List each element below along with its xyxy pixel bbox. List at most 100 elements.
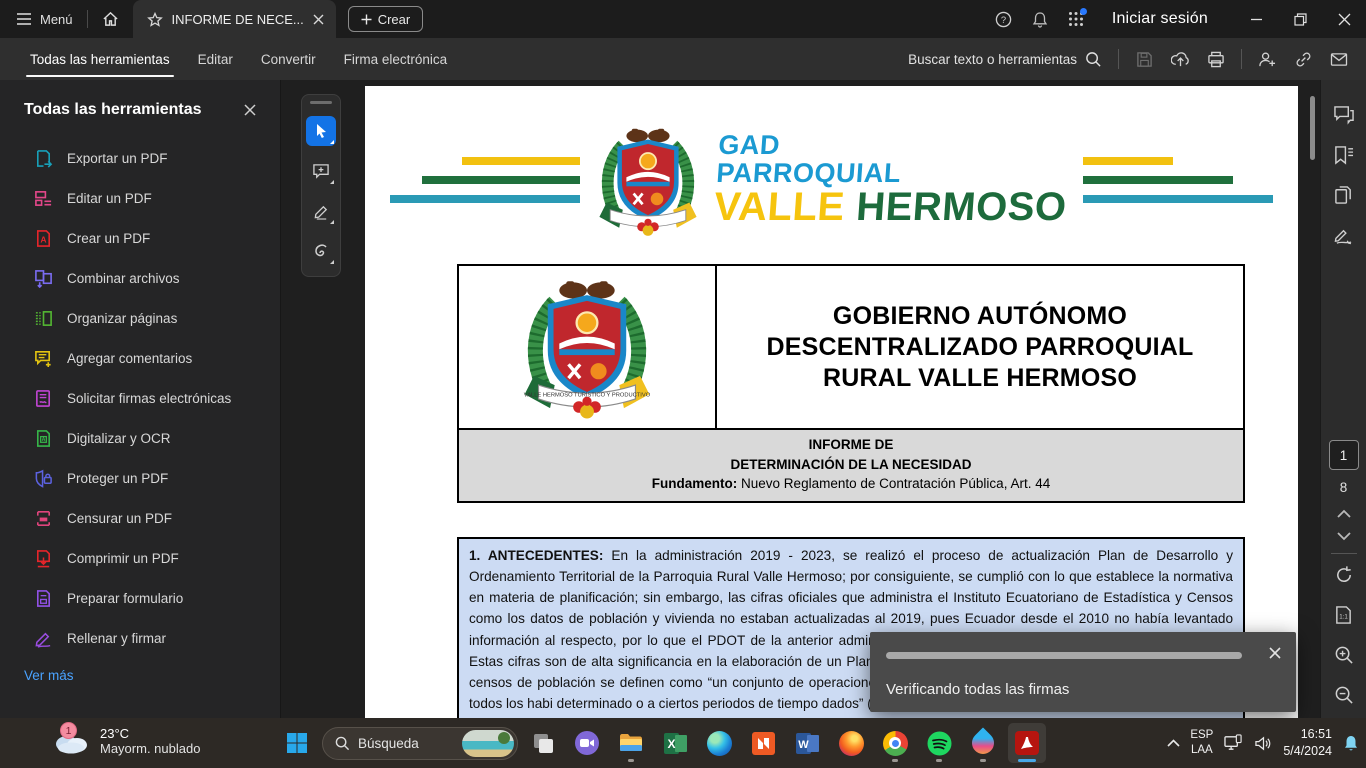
volume-icon[interactable] xyxy=(1254,735,1273,752)
page-thumbnails-icon[interactable] xyxy=(1327,178,1361,212)
share-people-button[interactable] xyxy=(1250,43,1284,75)
acrobat-icon[interactable] xyxy=(1008,723,1046,763)
chrome-icon[interactable] xyxy=(876,723,914,763)
sidebar-item-edit-pdf[interactable]: Editar un PDF xyxy=(0,178,280,218)
plus-icon xyxy=(361,14,372,25)
nitro-pdf-icon[interactable] xyxy=(744,723,782,763)
prepare-form-icon xyxy=(34,589,53,608)
sidebar-item-create-pdf[interactable]: A Crear un PDF xyxy=(0,218,280,258)
highlight-pen-tool-button[interactable] xyxy=(306,196,336,226)
sidebar-item-export-pdf[interactable]: Exportar un PDF xyxy=(0,138,280,178)
select-tool-button[interactable] xyxy=(306,116,336,146)
bookmarks-panel-icon[interactable] xyxy=(1327,138,1361,172)
sidebar-item-fill-sign[interactable]: Rellenar y firmar xyxy=(0,618,280,658)
comments-panel-icon[interactable] xyxy=(1327,98,1361,132)
divider xyxy=(1331,553,1357,554)
add-comment-tool-button[interactable] xyxy=(306,156,336,186)
close-window-button[interactable] xyxy=(1322,0,1366,38)
stripe-yellow xyxy=(462,157,580,165)
link-button[interactable] xyxy=(1286,43,1320,75)
weather-widget[interactable]: 1 23°C Mayorm. nublado xyxy=(52,724,200,758)
hidden-icons-chevron[interactable] xyxy=(1167,739,1180,747)
stripe-blue xyxy=(1083,195,1273,203)
clock-widget[interactable]: 16:51 5/4/2024 xyxy=(1283,726,1332,760)
zoom-app-icon[interactable] xyxy=(568,723,606,763)
sidebar-item-prepare-form[interactable]: Preparar formulario xyxy=(0,578,280,618)
hamburger-icon xyxy=(16,12,32,26)
title-bar: Menú INFORME DE NECE... xyxy=(0,0,1366,38)
zoom-in-icon[interactable] xyxy=(1327,638,1361,672)
tab-convert[interactable]: Convertir xyxy=(247,38,330,80)
paint-droplet-app-icon[interactable] xyxy=(964,723,1002,763)
firefox-icon[interactable] xyxy=(832,723,870,763)
apps-grid-button[interactable] xyxy=(1058,0,1094,38)
rotate-page-icon[interactable] xyxy=(1327,558,1361,592)
sidebar-item-request-signatures[interactable]: Solicitar firmas electrónicas xyxy=(0,378,280,418)
panel-close-button[interactable] xyxy=(238,98,262,122)
running-indicator xyxy=(980,759,986,762)
lasso-draw-tool-button[interactable] xyxy=(306,236,336,266)
create-pdf-icon: A xyxy=(34,229,53,248)
divider xyxy=(1118,49,1119,69)
main-toolbar: Todas las herramientas Editar Convertir … xyxy=(0,38,1366,80)
sidebar-item-protect-pdf[interactable]: Proteger un PDF xyxy=(0,458,280,498)
edge-icon[interactable] xyxy=(700,723,738,763)
sidebar-item-compress-pdf[interactable]: Comprimir un PDF xyxy=(0,538,280,578)
edit-pdf-icon xyxy=(34,189,53,208)
help-button[interactable]: ? xyxy=(986,0,1022,38)
sidebar-item-redact-pdf[interactable]: Censurar un PDF xyxy=(0,498,280,538)
pdf-page[interactable]: GAD PARROQUIAL VALLE HERMOSO xyxy=(365,86,1298,718)
create-tab-button[interactable]: Crear xyxy=(348,6,424,32)
spotify-icon[interactable] xyxy=(920,723,958,763)
sidebar-item-add-comments[interactable]: Agregar comentarios xyxy=(0,338,280,378)
informe-line2: DETERMINACIÓN DE LA NECESIDAD xyxy=(467,455,1235,475)
menu-button[interactable]: Menú xyxy=(0,0,87,38)
save-button[interactable] xyxy=(1127,43,1161,75)
previous-page-button[interactable] xyxy=(1337,509,1351,518)
taskbar-search-box[interactable]: Búsqueda xyxy=(322,727,518,760)
create-label: Crear xyxy=(378,12,411,27)
sign-in-button[interactable]: Iniciar sesión xyxy=(1094,10,1234,28)
sidebar-item-scan-ocr[interactable]: A Digitalizar y OCR xyxy=(0,418,280,458)
email-button[interactable] xyxy=(1322,43,1356,75)
tab-edit[interactable]: Editar xyxy=(184,38,247,80)
drag-handle[interactable] xyxy=(310,101,332,104)
excel-icon[interactable]: X xyxy=(656,723,694,763)
running-indicator xyxy=(936,759,942,762)
word-icon[interactable]: W xyxy=(788,723,826,763)
tab-esign[interactable]: Firma electrónica xyxy=(330,38,462,80)
actual-size-icon[interactable]: 1:1 xyxy=(1327,598,1361,632)
network-icon[interactable] xyxy=(1223,734,1244,752)
sidebar-item-combine-files[interactable]: Combinar archivos xyxy=(0,258,280,298)
print-button[interactable] xyxy=(1199,43,1233,75)
language-indicator[interactable]: ESP LAA xyxy=(1190,728,1213,758)
logo-stripes-right xyxy=(1083,157,1273,203)
toast-close-button[interactable] xyxy=(1266,644,1284,662)
upload-cloud-button[interactable] xyxy=(1163,43,1197,75)
verify-signatures-toast: Verificando todas las firmas xyxy=(870,632,1296,712)
notifications-bell-button[interactable] xyxy=(1022,0,1058,38)
current-page-input[interactable]: 1 xyxy=(1329,440,1359,470)
tab-all-tools[interactable]: Todas las herramientas xyxy=(16,38,184,80)
zoom-out-icon[interactable] xyxy=(1327,678,1361,712)
task-view-button[interactable] xyxy=(524,723,562,763)
start-button[interactable] xyxy=(278,723,316,763)
tab-close-icon[interactable] xyxy=(313,14,324,25)
running-indicator xyxy=(892,759,898,762)
signatures-panel-icon[interactable] xyxy=(1327,218,1361,252)
minimize-button[interactable] xyxy=(1234,0,1278,38)
see-more-link[interactable]: Ver más xyxy=(0,658,280,683)
document-tab[interactable]: INFORME DE NECE... xyxy=(133,0,336,38)
sidebar-item-label: Proteger un PDF xyxy=(67,471,168,486)
weather-badge: 1 xyxy=(60,722,77,739)
file-explorer-icon[interactable] xyxy=(612,723,650,763)
next-page-button[interactable] xyxy=(1337,532,1351,541)
search-tools-button[interactable]: Buscar texto o herramientas xyxy=(900,51,1110,68)
table-crest-cell: VALLE HERMOSO TURÍSTICO Y PRODUCTIVO xyxy=(459,266,717,428)
restore-button[interactable] xyxy=(1278,0,1322,38)
sidebar-item-organize-pages[interactable]: Organizar páginas xyxy=(0,298,280,338)
vertical-scrollbar[interactable] xyxy=(1310,96,1315,160)
home-button[interactable] xyxy=(88,0,133,38)
notification-bell-icon[interactable] xyxy=(1342,734,1360,753)
running-indicator xyxy=(628,759,634,762)
